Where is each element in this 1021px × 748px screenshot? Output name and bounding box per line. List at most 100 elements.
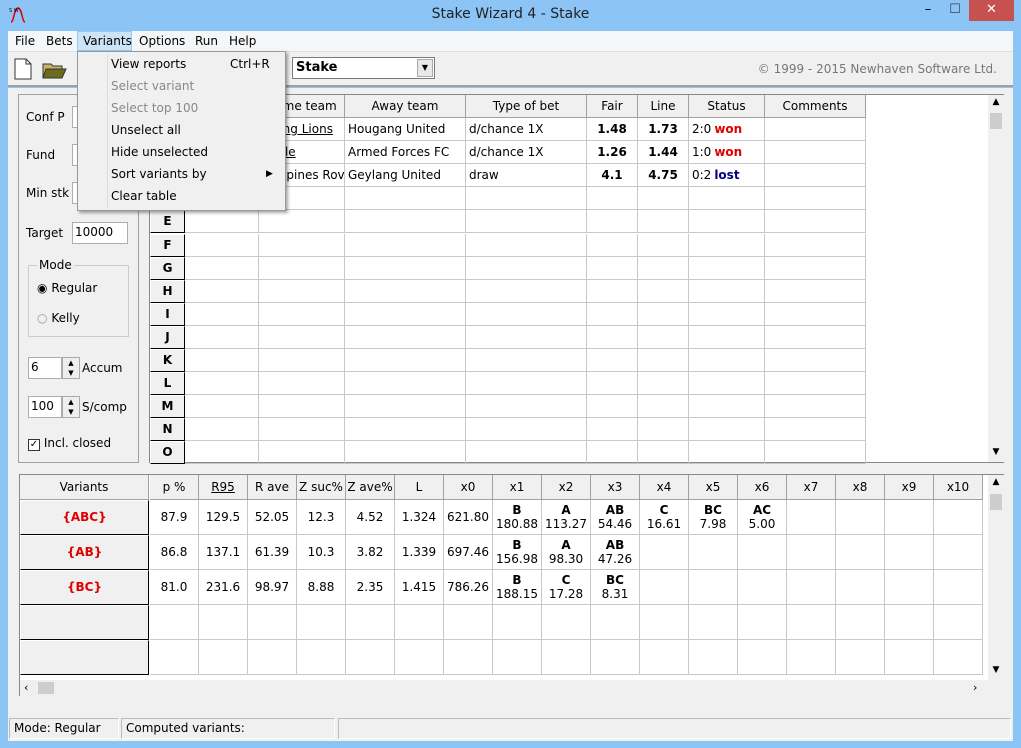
table-cell[interactable]: 1.26 — [587, 141, 638, 165]
table-cell[interactable] — [787, 535, 836, 570]
table-cell[interactable] — [934, 605, 983, 640]
table-cell[interactable] — [765, 256, 866, 280]
table-cell[interactable] — [259, 302, 345, 326]
column-header-x0[interactable]: x0 — [444, 475, 493, 500]
table-cell[interactable]: 0:2 lost — [689, 164, 765, 188]
scroll-left-icon[interactable]: ‹ — [24, 681, 28, 694]
table-cell[interactable]: 621.80 — [444, 500, 493, 535]
table-cell[interactable] — [587, 210, 638, 234]
table-cell[interactable]: 1.73 — [638, 118, 689, 141]
table-cell[interactable]: A 113.27 — [542, 500, 591, 535]
table-cell[interactable] — [765, 349, 866, 372]
table-cell[interactable] — [765, 141, 866, 165]
scrollbar-thumb[interactable] — [38, 682, 54, 694]
table-cell[interactable] — [185, 418, 259, 442]
table-cell[interactable] — [345, 233, 466, 257]
table-cell[interactable] — [640, 640, 689, 675]
column-header-x9[interactable]: x9 — [885, 475, 934, 500]
table-cell[interactable]: 81.0 — [150, 570, 199, 605]
table-cell[interactable] — [885, 605, 934, 640]
table-cell[interactable] — [638, 302, 689, 326]
table-cell[interactable] — [638, 395, 689, 419]
table-cell[interactable] — [199, 640, 248, 675]
column-header-r95[interactable]: R95 — [199, 475, 248, 500]
menu-help[interactable]: Help — [224, 31, 261, 51]
table-cell[interactable]: Hougang United — [345, 118, 466, 141]
column-header-4[interactable]: Type of bet — [466, 95, 587, 118]
table-cell[interactable]: d/chance 1X — [466, 118, 587, 141]
table-cell[interactable] — [689, 441, 765, 465]
table-cell[interactable] — [199, 605, 248, 640]
table-cell[interactable] — [345, 210, 466, 234]
column-header-x5[interactable]: x5 — [689, 475, 738, 500]
column-header-l[interactable]: L — [395, 475, 444, 500]
table-cell[interactable] — [345, 256, 466, 280]
table-cell[interactable] — [689, 395, 765, 419]
table-cell[interactable] — [885, 640, 934, 675]
variant-row-header[interactable] — [20, 605, 149, 640]
table-cell[interactable] — [259, 372, 345, 396]
table-cell[interactable] — [638, 418, 689, 442]
table-cell[interactable]: 1.415 — [395, 570, 444, 605]
table-cell[interactable]: Geylang United — [345, 164, 466, 188]
variant-row-header[interactable]: {AB} — [20, 535, 149, 570]
menu-variants[interactable]: Variants — [77, 31, 132, 51]
table-cell[interactable] — [689, 187, 765, 211]
radio-regular[interactable]: ◉ Regular — [37, 281, 97, 295]
table-cell[interactable]: 4.75 — [638, 164, 689, 188]
table-cell[interactable] — [689, 372, 765, 396]
table-cell[interactable] — [493, 640, 542, 675]
menu-item-clear-table[interactable]: Clear table — [78, 185, 285, 207]
table-cell[interactable] — [689, 233, 765, 257]
mode-select[interactable]: Stake ▼ — [292, 57, 435, 79]
table-cell[interactable]: BC 7.98 — [689, 500, 738, 535]
table-cell[interactable] — [787, 500, 836, 535]
table-cell[interactable] — [689, 325, 765, 349]
table-cell[interactable] — [466, 256, 587, 280]
table-cell[interactable] — [689, 302, 765, 326]
new-file-icon[interactable] — [14, 58, 32, 80]
table-cell[interactable] — [765, 279, 866, 303]
table-cell[interactable] — [345, 325, 466, 349]
table-cell[interactable] — [297, 605, 346, 640]
scroll-up-icon[interactable]: ▲ — [988, 97, 1004, 107]
table-cell[interactable] — [640, 535, 689, 570]
table-cell[interactable] — [466, 325, 587, 349]
table-cell[interactable] — [466, 349, 587, 372]
table-cell[interactable] — [259, 233, 345, 257]
table-cell[interactable] — [259, 418, 345, 442]
minimize-button[interactable]: – — [915, 0, 941, 21]
variant-row-header[interactable]: {BC} — [20, 570, 149, 605]
table-cell[interactable]: Armed Forces FC — [345, 141, 466, 165]
table-cell[interactable]: 137.1 — [199, 535, 248, 570]
table-cell[interactable] — [259, 395, 345, 419]
table-cell[interactable] — [466, 395, 587, 419]
table-cell[interactable]: 98.97 — [248, 570, 297, 605]
scroll-right-icon[interactable]: › — [973, 681, 977, 694]
table-cell[interactable] — [738, 605, 787, 640]
chevron-down-icon[interactable]: ▼ — [417, 59, 433, 77]
menu-item-sort-variants-by[interactable]: Sort variants by ▶ — [78, 163, 285, 185]
menu-bets[interactable]: Bets — [41, 31, 78, 51]
table-cell[interactable] — [836, 500, 885, 535]
table-cell[interactable] — [765, 372, 866, 396]
row-header[interactable]: N — [150, 418, 185, 442]
row-header[interactable]: K — [150, 349, 185, 372]
table-cell[interactable]: 87.9 — [150, 500, 199, 535]
table-cell[interactable] — [885, 570, 934, 605]
table-cell[interactable]: 1.324 — [395, 500, 444, 535]
table-cell[interactable] — [444, 605, 493, 640]
table-cell[interactable]: 8.88 — [297, 570, 346, 605]
horizontal-scrollbar[interactable] — [20, 680, 1004, 696]
table-cell[interactable] — [787, 605, 836, 640]
close-button[interactable]: ✕ — [969, 0, 1014, 21]
scomp-input[interactable]: 100 — [28, 396, 62, 418]
table-cell[interactable] — [765, 118, 866, 141]
table-cell[interactable] — [638, 325, 689, 349]
table-cell[interactable] — [259, 325, 345, 349]
table-cell[interactable]: 2:0 won — [689, 118, 765, 141]
table-cell[interactable] — [466, 302, 587, 326]
row-header[interactable]: F — [150, 233, 185, 257]
table-cell[interactable] — [395, 640, 444, 675]
table-cell[interactable] — [787, 640, 836, 675]
